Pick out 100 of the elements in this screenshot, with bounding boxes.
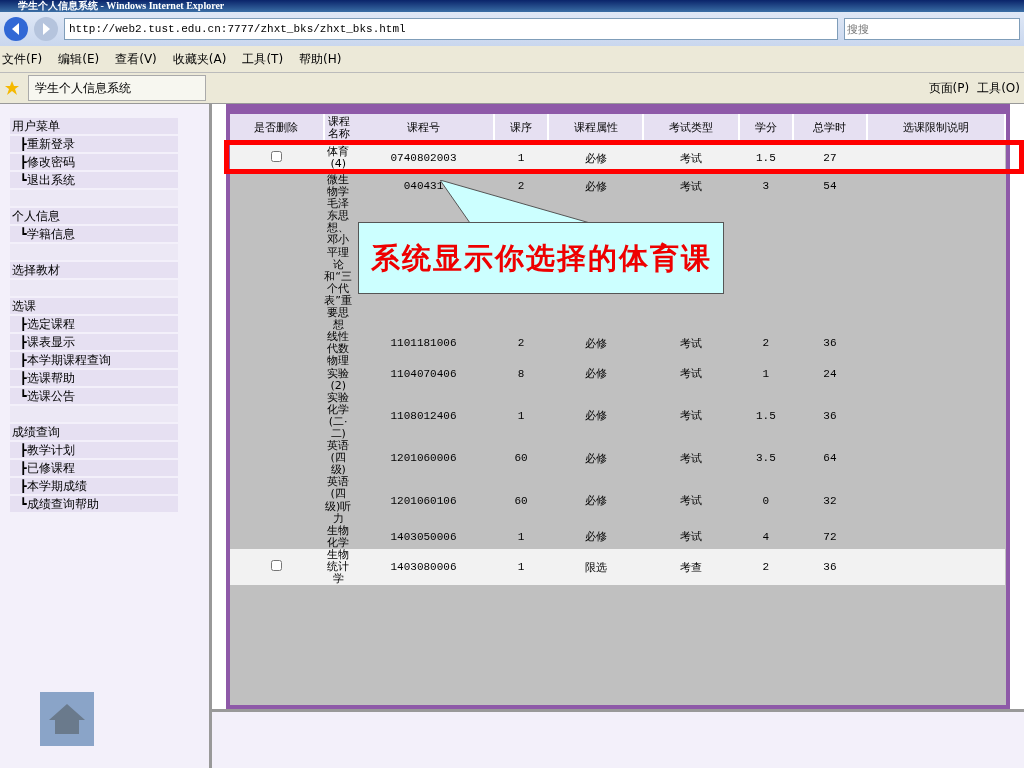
table-cell-text: 24	[822, 366, 838, 382]
command-item[interactable]: 工具(O)	[977, 79, 1020, 97]
column-header: 总学时	[792, 114, 868, 142]
table-cell-text: 1201060006	[389, 451, 458, 467]
menu-item[interactable]: ┣本学期课程查询	[10, 352, 178, 368]
menu-item[interactable]: ┣选课帮助	[10, 370, 178, 386]
menu-item[interactable]: 文件(F)	[2, 50, 43, 68]
table-cell-text: 36	[822, 408, 838, 424]
search-field[interactable]: 搜搜	[844, 18, 1020, 40]
menu-heading[interactable]: 成绩查询	[10, 424, 178, 440]
table-cell-text: 54	[822, 179, 838, 195]
table-cell: 36	[792, 548, 868, 586]
table-cell: 1403080006	[352, 548, 495, 586]
table-cell-text: 线性代数	[326, 331, 351, 356]
table-cell-text: 必修	[583, 367, 608, 383]
back-icon[interactable]	[4, 17, 28, 41]
table-cell-text: 实验化学(二·二)	[326, 391, 351, 440]
column-header: 课程属性	[547, 114, 644, 142]
table-cell-text: 64	[822, 451, 838, 467]
table-cell: 生物统计学	[323, 548, 353, 586]
table-cell-text: 考试	[679, 336, 704, 352]
menu-item[interactable]: ┣课表显示	[10, 334, 178, 350]
menu-item[interactable]: 查看(V)	[115, 50, 157, 68]
table-cell-text: 英语(四级)听力	[324, 476, 353, 525]
table-cell: 必修	[547, 524, 644, 549]
table-cell-text: 040431	[402, 179, 445, 195]
table-cell: 1403050006	[352, 524, 495, 549]
menu-heading[interactable]: 个人信息	[10, 208, 178, 224]
table-cell: 0740802003	[352, 142, 495, 174]
table-cell-text: 1	[761, 366, 771, 382]
table-cell-text: 2	[761, 336, 771, 352]
table-cell-text: 3.5	[754, 451, 777, 467]
menu-heading[interactable]: 用户菜单	[10, 118, 178, 134]
table-cell: 1.5	[739, 142, 793, 174]
table-cell: 生物化学	[323, 524, 353, 549]
table-cell: 1	[494, 524, 548, 549]
table-cell: 考试	[643, 142, 740, 174]
table-cell-text: 必修	[583, 451, 608, 467]
column-header: 考试类型	[643, 114, 740, 142]
table-cell-text: 32	[822, 493, 838, 509]
table-cell: 4	[739, 524, 793, 549]
menu-heading[interactable]: 选课	[10, 298, 178, 314]
menu-item[interactable]: ┣选定课程	[10, 316, 178, 332]
command-item[interactable]: 页面(P)	[928, 79, 970, 97]
table-cell: 27	[792, 142, 868, 174]
table-cell-text: 英语(四级)	[326, 440, 351, 477]
table-cell: 考查	[643, 548, 740, 586]
menu-item[interactable]: 帮助(H)	[299, 50, 342, 68]
menu-item[interactable]: ┣本学期成绩	[10, 478, 178, 494]
table-cell-text: 1.5	[754, 408, 777, 424]
menu-item[interactable]: ┗成绩查询帮助	[10, 496, 178, 512]
table-cell-text: 1101181006	[389, 336, 458, 352]
menu-item[interactable]: 收藏夹(A)	[172, 50, 227, 68]
table-cell-text: 8	[516, 366, 526, 382]
table-cell: 1	[494, 548, 548, 586]
table-cell: 必修	[547, 142, 644, 174]
table-cell-text: 必修	[583, 409, 608, 425]
table-cell-text: 物理实验(2)	[326, 355, 351, 392]
menu-item[interactable]: ┣已修课程	[10, 460, 178, 476]
table-cell-text: 考试	[679, 494, 704, 510]
menu-item[interactable]: ┗选课公告	[10, 388, 178, 404]
table-cell: 毛泽东思想、邓小平理论和“三个代表”重要思想	[323, 198, 353, 332]
browser-tab[interactable]: 学生个人信息系统	[28, 75, 206, 101]
table-cell: 限选	[547, 548, 644, 586]
table-cell-text: 2	[516, 336, 526, 352]
table-cell-text: 必修	[583, 336, 608, 352]
checkbox[interactable]	[271, 151, 283, 162]
table-cell: 体育(4)	[323, 142, 353, 174]
table-cell-text: 1	[516, 408, 526, 424]
column-header: 课程号	[352, 114, 495, 142]
menu-item[interactable]: ┣教学计划	[10, 442, 178, 458]
table-cell-text: 60	[513, 493, 529, 509]
menu-item[interactable]: 编辑(E)	[58, 50, 100, 68]
menu-item[interactable]: ┗退出系统	[10, 172, 178, 188]
menu-item[interactable]: ┣重新登录	[10, 136, 178, 152]
table-cell-text: 必修	[583, 494, 608, 510]
menu-heading[interactable]: 选择教材	[10, 262, 178, 278]
table-cell: 72	[792, 524, 868, 549]
table-cell-text: 考试	[679, 451, 704, 467]
table-cell-text: 3	[761, 179, 771, 195]
table-cell-text: 0	[761, 493, 771, 509]
table-cell-text: 必修	[583, 179, 608, 195]
table-cell-text: 1201060106	[389, 493, 458, 509]
menu-item[interactable]: ┣修改密码	[10, 154, 178, 170]
table-cell-text: 考试	[679, 409, 704, 425]
table-cell: 考试	[643, 524, 740, 549]
table-cell-text: 36	[822, 336, 838, 352]
table-cell-text: 1108012406	[389, 408, 458, 424]
table-cell-text: 60	[513, 451, 529, 467]
table-cell-text: 考试	[679, 179, 704, 195]
menu-item[interactable]: 工具(T)	[242, 50, 284, 68]
column-header: 是否删除	[230, 114, 324, 142]
table-cell-text: 1104070406	[389, 366, 458, 382]
star-icon[interactable]	[4, 80, 20, 96]
table-cell-text: 考试	[679, 367, 704, 383]
address-field[interactable]: http://web2.tust.edu.cn:7777/zhxt_bks/zhxt_bks.html	[64, 18, 838, 40]
menu-item[interactable]: ┗学籍信息	[10, 226, 178, 242]
checkbox[interactable]	[271, 560, 283, 572]
table-cell-text: 微生物学	[326, 174, 351, 199]
table-cell: 1	[494, 142, 548, 174]
